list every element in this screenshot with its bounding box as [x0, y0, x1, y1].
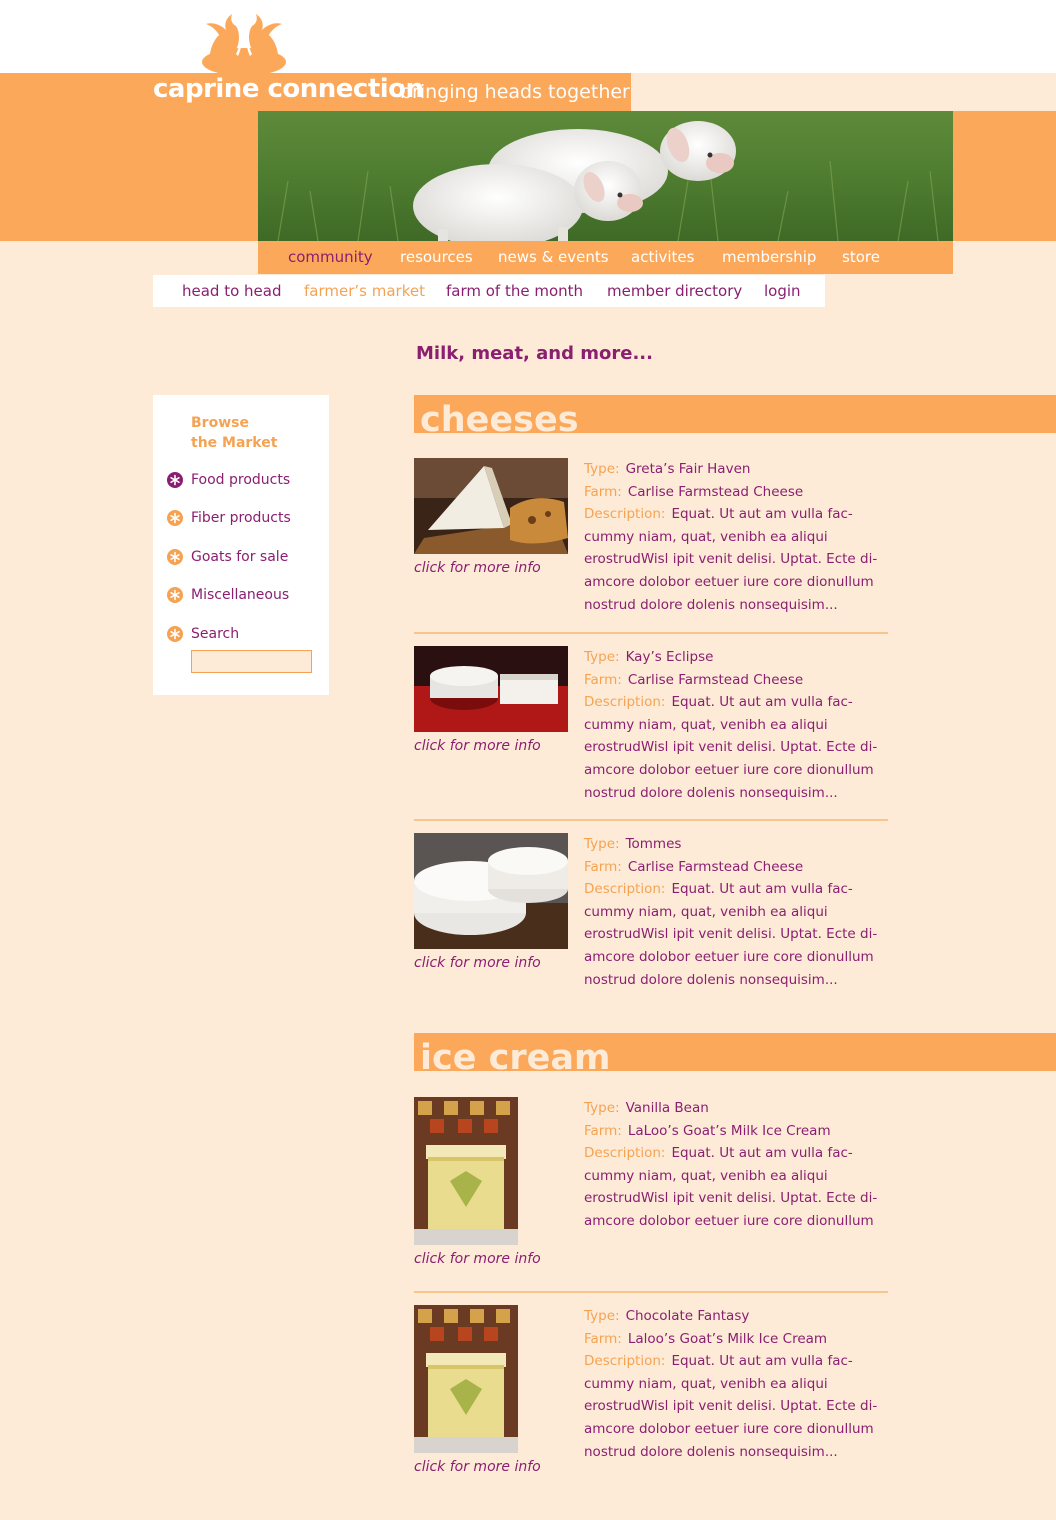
section-banner-ice-cream: ice cream — [414, 1033, 1056, 1071]
sub-nav: head to head farmer’s market farm of the… — [153, 275, 825, 307]
product-item: click for more info Type: Kay’s Eclipse F… — [414, 646, 888, 806]
sidebar-item-label: Goats for sale — [191, 549, 289, 565]
product-description-rest: cummy niam, quat, venibh ea aliqui erost… — [584, 1375, 878, 1460]
two-goats-icon[interactable] — [196, 10, 292, 76]
product-description-rest: cummy niam, quat, venibh ea aliqui erost… — [584, 528, 878, 613]
cheese-wedge-photo[interactable] — [414, 458, 568, 554]
product-description: Equat. Ut aut am vulla fac- — [671, 694, 853, 711]
section-title: cheeses — [420, 400, 579, 433]
sidebar-item-food-products[interactable]: Food products — [167, 469, 290, 491]
asterisk-circle-icon — [167, 626, 183, 642]
header-white-strip — [0, 0, 1056, 73]
search-input[interactable] — [191, 650, 312, 673]
site-name[interactable]: caprine connection — [153, 74, 424, 104]
product-type: Greta’s Fair Haven — [625, 461, 751, 477]
sidebar-item-label: Miscellaneous — [191, 587, 290, 603]
product-description-rest: cummy niam, quat, venibh ea aliqui erost… — [584, 716, 878, 801]
asterisk-circle-icon — [167, 587, 183, 603]
product-description: Equat. Ut aut am vulla fac- — [671, 506, 853, 523]
product-type: Tommes — [625, 836, 682, 852]
ice-cream-tub-photo[interactable] — [414, 1097, 518, 1245]
asterisk-circle-icon — [167, 510, 183, 526]
product-item: click for more info Type: Greta’s Fair Ha… — [414, 458, 888, 618]
sub-nav-login[interactable]: login — [764, 282, 801, 300]
product-description: Equat. Ut aut am vulla fac- — [671, 1145, 853, 1162]
divider — [414, 819, 888, 821]
product-description: Equat. Ut aut am vulla fac- — [671, 1353, 853, 1370]
product-details: Type: Vanilla Bean Farm: LaLoo’s Goat’s Mi… — [584, 1097, 888, 1233]
sub-nav-head-to-head[interactable]: head to head — [182, 282, 282, 300]
more-info-link[interactable]: click for more info — [414, 560, 541, 576]
product-details: Type: Greta’s Fair Haven Farm: Carlise Far… — [584, 458, 888, 616]
sidebar-item-fiber-products[interactable]: Fiber products — [167, 507, 291, 529]
product-description-rest: cummy niam, quat, venibh ea aliqui erost… — [584, 1167, 878, 1229]
product-details: Type: Tommes Farm: Carlise Farmstead Chees… — [584, 833, 888, 991]
page-heading: Milk, meat, and more... — [416, 343, 653, 364]
more-info-link[interactable]: click for more info — [414, 738, 541, 754]
sidebar-item-search[interactable]: Search — [167, 623, 239, 645]
section-title: ice cream — [420, 1038, 611, 1071]
product-farm[interactable]: Laloo’s Goat’s Milk Ice Cream — [628, 1331, 827, 1347]
sidebar-item-label: Search — [191, 626, 240, 642]
product-farm[interactable]: Carlise Farmstead Cheese — [628, 859, 803, 875]
header-orange-left — [0, 111, 258, 241]
product-description-rest: cummy niam, quat, venibh ea aliqui erost… — [584, 903, 878, 988]
main-nav-store[interactable]: store — [842, 248, 880, 266]
header-orange-right — [953, 111, 1056, 241]
sub-nav-member-directory[interactable]: member directory — [607, 282, 742, 300]
product-details: Type: Chocolate Fantasy Farm: Laloo’s Goat… — [584, 1305, 888, 1463]
asterisk-circle-icon — [167, 549, 183, 565]
product-type: Vanilla Bean — [625, 1100, 709, 1116]
sub-nav-farmers-market[interactable]: farmer’s market — [304, 282, 425, 300]
product-item: click for more info Type: Chocolate Fanta… — [414, 1305, 888, 1485]
sidebar-item-miscellaneous[interactable]: Miscellaneous — [167, 584, 289, 606]
main-nav-news-events[interactable]: news & events — [498, 248, 609, 266]
sub-nav-farm-of-the-month[interactable]: farm of the month — [446, 282, 583, 300]
product-farm[interactable]: Carlise Farmstead Cheese — [628, 672, 803, 688]
tommes-cheese-photo[interactable] — [414, 833, 568, 949]
sidebar-item-goats-for-sale[interactable]: Goats for sale — [167, 546, 288, 568]
product-details: Type: Kay’s Eclipse Farm: Carlise Farmstea… — [584, 646, 888, 804]
main-nav-membership[interactable]: membership — [722, 248, 816, 266]
product-item: click for more info Type: Tommes Farm: Car… — [414, 833, 888, 993]
sidebar-title: Browse the Market — [191, 415, 278, 451]
asterisk-circle-icon — [167, 472, 183, 488]
more-info-link[interactable]: click for more info — [414, 955, 541, 971]
product-item: click for more info Type: Vanilla Bean Fa… — [414, 1097, 888, 1277]
main-nav-community[interactable]: community — [288, 248, 373, 266]
main-nav-resources[interactable]: resources — [400, 248, 473, 266]
divider — [414, 632, 888, 634]
main-nav-activites[interactable]: activites — [631, 248, 694, 266]
sidebar: Browse the Market Food products Fiber pr… — [153, 395, 329, 695]
sidebar-item-label: Fiber products — [191, 510, 291, 526]
product-type: Kay’s Eclipse — [625, 649, 714, 665]
hero-goats-photo — [258, 111, 953, 241]
sidebar-item-label: Food products — [191, 472, 291, 488]
product-type: Chocolate Fantasy — [625, 1308, 750, 1324]
more-info-link[interactable]: click for more info — [414, 1251, 541, 1267]
ice-cream-tub-photo[interactable] — [414, 1305, 518, 1453]
product-description: Equat. Ut aut am vulla fac- — [671, 881, 853, 898]
more-info-link[interactable]: click for more info — [414, 1459, 541, 1475]
product-farm[interactable]: LaLoo’s Goat’s Milk Ice Cream — [628, 1123, 831, 1139]
tagline: bringing heads together — [400, 81, 630, 103]
cheese-rounds-photo[interactable] — [414, 646, 568, 732]
product-farm[interactable]: Carlise Farmstead Cheese — [628, 484, 803, 500]
main-nav: community resources news & events activi… — [258, 241, 953, 274]
section-banner-cheeses: cheeses — [414, 395, 1056, 433]
divider — [414, 1291, 888, 1293]
